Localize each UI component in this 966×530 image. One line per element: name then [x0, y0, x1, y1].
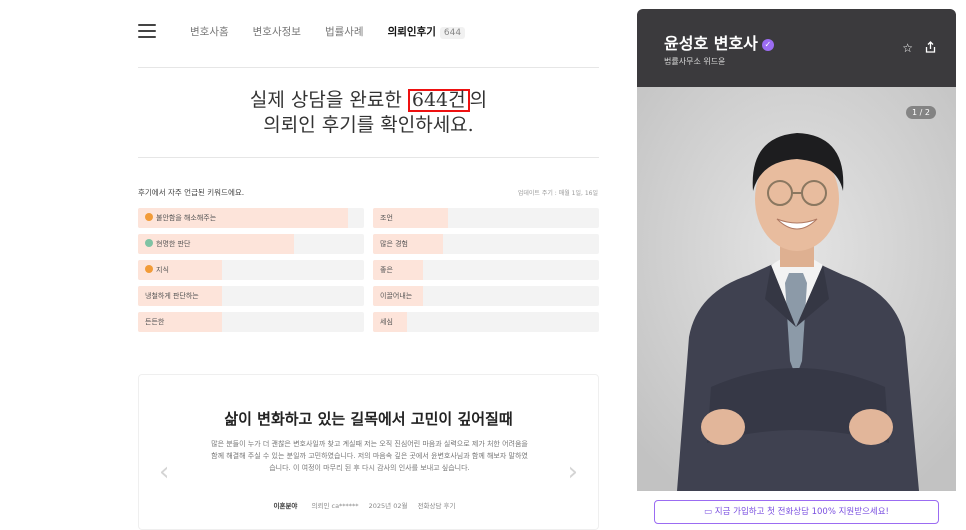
keyword-label: 조언	[380, 214, 393, 222]
keyword-label: 불안함을 해소해주는	[156, 214, 217, 222]
header-actions: ☆	[902, 41, 936, 56]
keyword-item: 지식	[138, 260, 364, 280]
page-title: 실제 상담을 완료한 644건 의 의뢰인 후기를 확인하세요.	[138, 88, 599, 138]
keyword-badge-icon	[145, 265, 153, 273]
keyword-label-wrap: 현명한 판단	[145, 234, 190, 254]
keyword-label-wrap: 냉철하게 판단하는	[145, 286, 199, 306]
tab-lawyer-home[interactable]: 변호사홈	[190, 24, 229, 39]
keyword-label-wrap: 좋은	[380, 260, 393, 280]
review-category: 이혼분야	[273, 502, 298, 510]
review-card: ‹ › 삶이 변화하고 있는 길목에서 고민이 깊어질때 많은 분들이 누가 더…	[138, 374, 599, 530]
keyword-item: 이끌어내는	[373, 286, 599, 306]
keyword-label-wrap: 많은 경험	[380, 234, 408, 254]
keyword-item: 든든한	[138, 312, 364, 332]
keyword-label: 냉철하게 판단하는	[145, 292, 199, 300]
bookmark-star-icon[interactable]: ☆	[902, 41, 913, 56]
tab-client-reviews-label: 의뢰인후기	[387, 25, 436, 38]
lawyer-portrait	[637, 87, 956, 491]
menu-icon[interactable]	[138, 24, 156, 38]
keyword-list: 불안함을 해소해주는 조언현명한 판단 많은 경험지식 좋은냉철하게 판단하는 이끌어내…	[138, 208, 599, 332]
signup-consult-label: 지금 가입하고 첫 전화상담 100% 지원받으세요!	[714, 507, 889, 517]
prev-review-icon[interactable]: ‹	[159, 459, 169, 485]
keyword-item: 불안함을 해소해주는	[138, 208, 364, 228]
tab-legal-cases[interactable]: 법률사례	[325, 24, 364, 39]
verified-icon: ✓	[761, 39, 774, 51]
headline-text-suffix: 의	[469, 89, 488, 111]
share-icon[interactable]	[925, 41, 936, 56]
keyword-label-wrap: 조언	[380, 208, 393, 228]
review-date: 2025년 02월	[368, 502, 408, 510]
keyword-item: 세심	[373, 312, 599, 332]
keyword-label-wrap: 든든한	[145, 312, 164, 332]
lawyer-name: 윤성호 변호사 ✓	[664, 30, 774, 54]
keyword-item: 좋은	[373, 260, 599, 280]
photo-counter: 1 / 2	[906, 106, 936, 119]
keyword-item: 많은 경험	[373, 234, 599, 254]
headline-line-1: 실제 상담을 완료한 644건 의	[138, 88, 599, 113]
keyword-label: 현명한 판단	[156, 240, 191, 248]
review-body: 많은 분들이 누가 더 괜찮은 변호사일까 찾고 계실때 저는 오직 진심어린 …	[211, 440, 528, 472]
keyword-item: 현명한 판단	[138, 234, 364, 254]
lawyer-photo[interactable]: 1 / 2	[637, 87, 956, 491]
keyword-label-wrap: 지식	[145, 260, 169, 280]
keyword-badge-icon	[145, 213, 153, 221]
next-review-icon[interactable]: ›	[568, 459, 578, 485]
keyword-label-wrap: 불안함을 해소해주는	[145, 208, 216, 228]
tab-client-reviews[interactable]: 의뢰인후기 644	[388, 24, 466, 39]
chat-icon: ▭	[704, 507, 715, 517]
keyword-label: 많은 경험	[380, 240, 408, 248]
law-firm-name: 법률사무소 위드윤	[664, 57, 726, 66]
keyword-label-wrap: 세심	[380, 312, 393, 332]
profile-header: 윤성호 변호사 ✓ 법률사무소 위드윤 ☆	[637, 9, 956, 87]
divider	[138, 67, 599, 68]
lawyer-profile-panel: 윤성호 변호사 ✓ 법률사무소 위드윤 ☆ 1 / 2 ▭ 지금 가입하고 첫 …	[637, 9, 956, 530]
keyword-item: 조언	[373, 208, 599, 228]
highlighted-count: 644건	[407, 89, 470, 112]
headline-text: 실제 상담을 완료한	[249, 89, 408, 111]
keyword-badge-icon	[145, 239, 153, 247]
keywords-title: 후기에서 자주 언급된 키워드에요.	[138, 188, 245, 197]
page: 변호사홈 변호사정보 법률사례 의뢰인후기 644 실제 상담을 완료한 644건…	[0, 0, 966, 530]
review-count-badge: 644	[439, 26, 466, 39]
review-title: 삶이 변화하고 있는 길목에서 고민이 깊어질때	[224, 410, 513, 428]
review-type: 전화상담 후기	[417, 502, 456, 510]
keywords-updated: 업데이트 주기 : 매월 1일, 16일	[517, 190, 598, 197]
keyword-label: 지식	[156, 266, 169, 274]
keyword-label-wrap: 이끌어내는	[380, 286, 412, 306]
signup-consult-button[interactable]: ▭ 지금 가입하고 첫 전화상담 100% 지원받으세요!	[654, 500, 939, 524]
keyword-label: 세심	[380, 318, 393, 326]
keyword-label: 좋은	[380, 266, 393, 274]
lawyer-name-text: 윤성호 변호사	[664, 34, 758, 53]
divider	[138, 157, 599, 158]
tab-lawyer-info[interactable]: 변호사정보	[253, 24, 301, 39]
review-author: 의뢰인 ca******	[311, 502, 359, 510]
cta-area: ▭ 지금 가입하고 첫 전화상담 100% 지원받으세요!	[637, 491, 956, 530]
headline-line-2: 의뢰인 후기를 확인하세요.	[263, 114, 474, 136]
keyword-label: 든든한	[145, 318, 165, 326]
keyword-label: 이끌어내는	[380, 292, 413, 300]
top-nav: 변호사홈 변호사정보 법률사례 의뢰인후기 644	[138, 18, 598, 44]
keyword-item: 냉철하게 판단하는	[138, 286, 364, 306]
review-meta: 이혼분야 의뢰인 ca****** 2025년 02월 전화상담 후기	[139, 500, 598, 510]
